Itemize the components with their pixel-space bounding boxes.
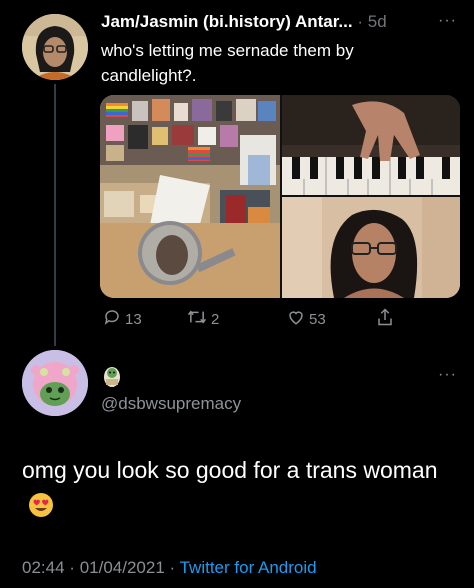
heart-eyes-emoji-icon <box>28 492 54 518</box>
photo-selfie[interactable] <box>282 197 460 298</box>
reply-text-body: omg you look so good for a trans woman <box>22 457 438 483</box>
more-options-icon[interactable]: ··· <box>438 12 460 32</box>
profile-badge-icon <box>101 364 123 388</box>
meta-separator: · <box>69 558 75 577</box>
author-name[interactable]: Jam/Jasmin (bi.history) Antar... <box>101 12 353 31</box>
header-separator: · <box>357 12 364 31</box>
retweet-count: 2 <box>211 310 220 328</box>
retweet-icon <box>187 308 207 330</box>
tweet-media-grid[interactable] <box>100 95 460 298</box>
thread-connector <box>54 84 56 346</box>
tweet-timestamp[interactable]: 5d <box>368 12 387 31</box>
reply-handle[interactable]: @dsbwsupremacy <box>101 394 241 414</box>
post-date: 01/04/2021 <box>79 558 165 577</box>
reply-button[interactable]: 13 <box>103 308 142 330</box>
share-button[interactable] <box>376 308 394 330</box>
photo-wall-collage[interactable] <box>100 95 280 298</box>
like-count: 53 <box>309 310 326 328</box>
share-icon <box>376 307 394 331</box>
reply-count: 13 <box>125 310 142 328</box>
tweet-metadata: 02:44 · 01/04/2021 · Twitter for Android <box>22 558 317 578</box>
like-button[interactable]: 53 <box>287 308 326 330</box>
source-link[interactable]: Twitter for Android <box>180 558 317 577</box>
author-avatar[interactable] <box>22 14 88 80</box>
heart-icon <box>287 308 305 330</box>
post-time: 02:44 <box>22 558 65 577</box>
meta-separator: · <box>169 558 176 577</box>
photo-piano-hands[interactable] <box>282 95 460 195</box>
tweet-header: Jam/Jasmin (bi.history) Antar... · 5d <box>101 12 466 34</box>
reply-icon <box>103 308 121 330</box>
reply-avatar[interactable] <box>22 350 88 416</box>
retweet-button[interactable]: 2 <box>187 308 219 330</box>
reply-text: omg you look so good for a trans woman <box>22 452 442 524</box>
more-options-icon[interactable]: ··· <box>438 366 460 386</box>
tweet-text: who's letting me sernade them by candlel… <box>101 41 354 85</box>
